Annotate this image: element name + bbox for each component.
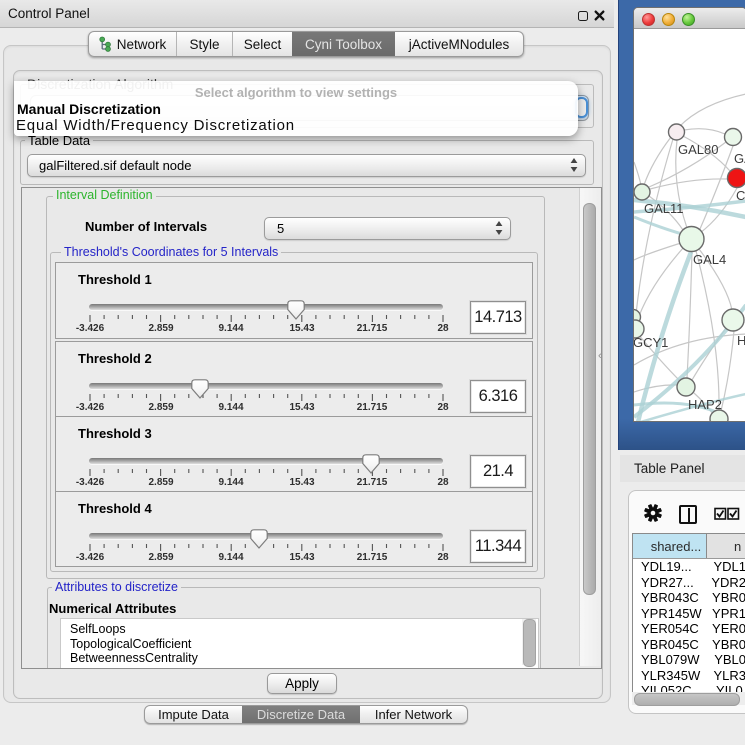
svg-text:HAP2: HAP2 [688,397,722,412]
svg-text:GAL80: GAL80 [678,142,718,157]
svg-text:H: H [737,333,745,348]
svg-text:GCY1: GCY1 [634,335,668,350]
svg-text:C: C [736,188,745,203]
svg-text:GA: GA [734,151,745,166]
svg-text:GAL11: GAL11 [644,201,684,216]
svg-text:GAL4: GAL4 [693,252,726,267]
